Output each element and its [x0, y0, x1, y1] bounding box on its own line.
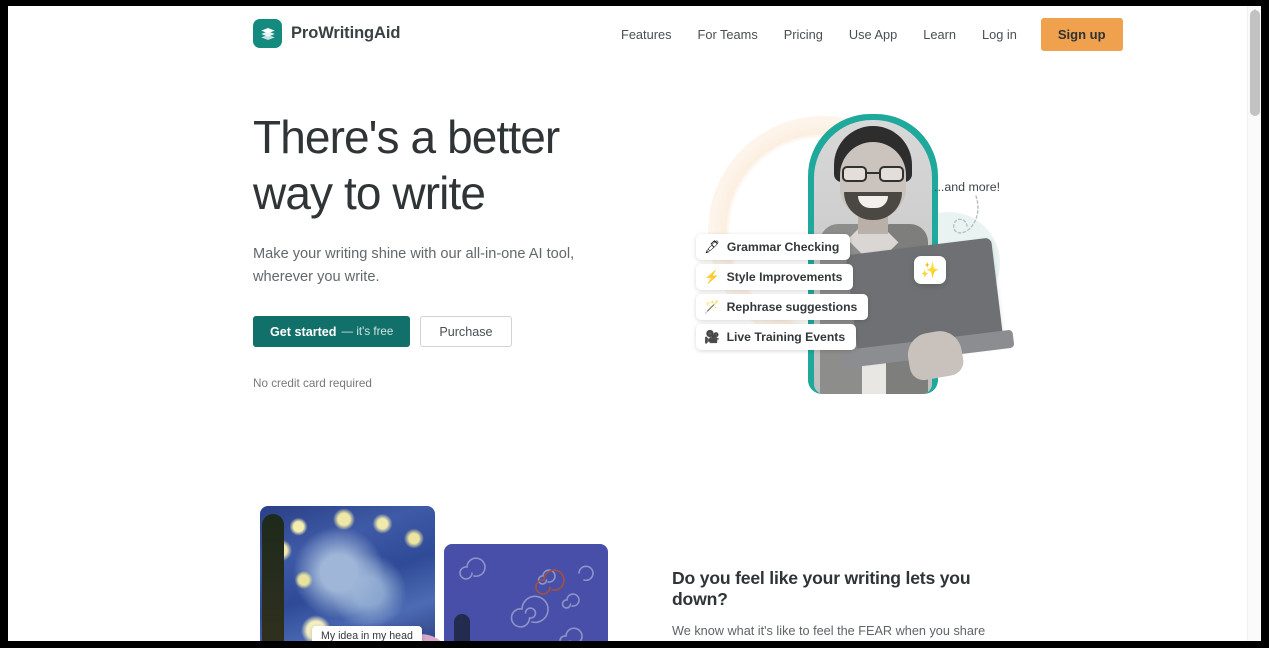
feature-pill-live-training-events: 🎥 Live Training Events: [696, 324, 857, 350]
scrollbar-thumb[interactable]: [1250, 10, 1260, 116]
magic-wand-icon: 🪄: [704, 299, 720, 314]
get-started-button[interactable]: Get started — it's free: [253, 316, 411, 347]
purchase-button[interactable]: Purchase: [420, 316, 512, 347]
sparkle-badge: ✨: [914, 256, 946, 284]
brand-logo[interactable]: ProWritingAid: [253, 19, 400, 48]
brand-name: ProWritingAid: [291, 24, 401, 42]
hero-cta-row: Get started — it's free Purchase: [253, 316, 623, 347]
feature-pill-list: 🖋 Grammar Checking ⚡ Style Improvements …: [696, 234, 869, 350]
book-pages-icon: [253, 19, 282, 48]
nav-link-log-in[interactable]: Log in: [969, 18, 1030, 51]
page-title: There's a better way to write: [253, 109, 623, 221]
no-credit-card-note: No credit card required: [253, 377, 372, 390]
feature-pill-label: Grammar Checking: [726, 240, 840, 254]
cypress-tree: [262, 514, 284, 641]
browser-window: ProWritingAid Features For Teams Pricing…: [0, 0, 1269, 648]
vertical-scrollbar[interactable]: ▲: [1247, 6, 1261, 641]
primary-nav: Features For Teams Pricing Use App Learn…: [608, 18, 1123, 51]
hero-subtitle: Make your writing shine with our all-in-…: [253, 246, 575, 285]
starry-night-illustration: My idea in my head: [260, 506, 608, 641]
site-header: ProWritingAid Features For Teams Pricing…: [8, 6, 1247, 62]
sign-up-button[interactable]: Sign up: [1040, 18, 1123, 51]
feature-pill-label: Style Improvements: [726, 270, 843, 284]
nav-link-features[interactable]: Features: [608, 18, 685, 51]
movie-camera-icon: 🎥: [704, 329, 720, 344]
section-heading: Do you feel like your writing lets you d…: [672, 568, 971, 609]
feather-icon: 🖋: [704, 239, 720, 254]
feature-pill-style-improvements: ⚡ Style Improvements: [696, 264, 854, 290]
dotted-arrow-icon: [953, 195, 979, 234]
glasses-bridge: [867, 172, 879, 174]
and-more-annotation: ...and more!: [934, 180, 1001, 194]
glasses-lens-right: [879, 166, 904, 182]
image-caption: My idea in my head: [312, 626, 422, 641]
hero-copy: There's a better way to write Make your …: [253, 109, 623, 390]
section-body: We know what it's like to feel the FEAR …: [672, 624, 986, 638]
hero-illustration: ✨ ...and more! 🖋 Grammar Checking ⚡ Styl…: [656, 94, 1056, 404]
get-started-sublabel: — it's free: [341, 325, 394, 338]
feature-pill-label: Live Training Events: [726, 330, 846, 344]
feature-pill-rephrase-suggestions: 🪄 Rephrase suggestions: [696, 294, 869, 320]
nav-link-for-teams[interactable]: For Teams: [685, 18, 771, 51]
glasses-lens-left: [842, 166, 867, 182]
starry-night-painting: [260, 506, 435, 641]
feature-pill-grammar-checking: 🖋 Grammar Checking: [696, 234, 851, 260]
nav-link-learn[interactable]: Learn: [910, 18, 969, 51]
lightning-bolt-icon: ⚡: [704, 269, 720, 284]
webpage-content: ProWritingAid Features For Teams Pricing…: [8, 6, 1247, 641]
glasses-icon: [842, 166, 904, 182]
feature-pill-label: Rephrase suggestions: [726, 300, 858, 314]
get-started-label: Get started: [270, 324, 337, 339]
lower-section-text: Do you feel like your writing lets you d…: [672, 568, 1022, 641]
nav-link-use-app[interactable]: Use App: [836, 18, 910, 51]
page-viewport: ProWritingAid Features For Teams Pricing…: [8, 6, 1261, 641]
sketch-cypress-tree: [454, 614, 470, 641]
nav-link-pricing[interactable]: Pricing: [771, 18, 836, 51]
sketchy-starry-night: [444, 544, 608, 641]
hero-title-line-1: There's a better: [253, 111, 560, 163]
sparkle-icon: ✨: [920, 262, 940, 279]
hero-title-line-2: way to write: [253, 167, 486, 219]
